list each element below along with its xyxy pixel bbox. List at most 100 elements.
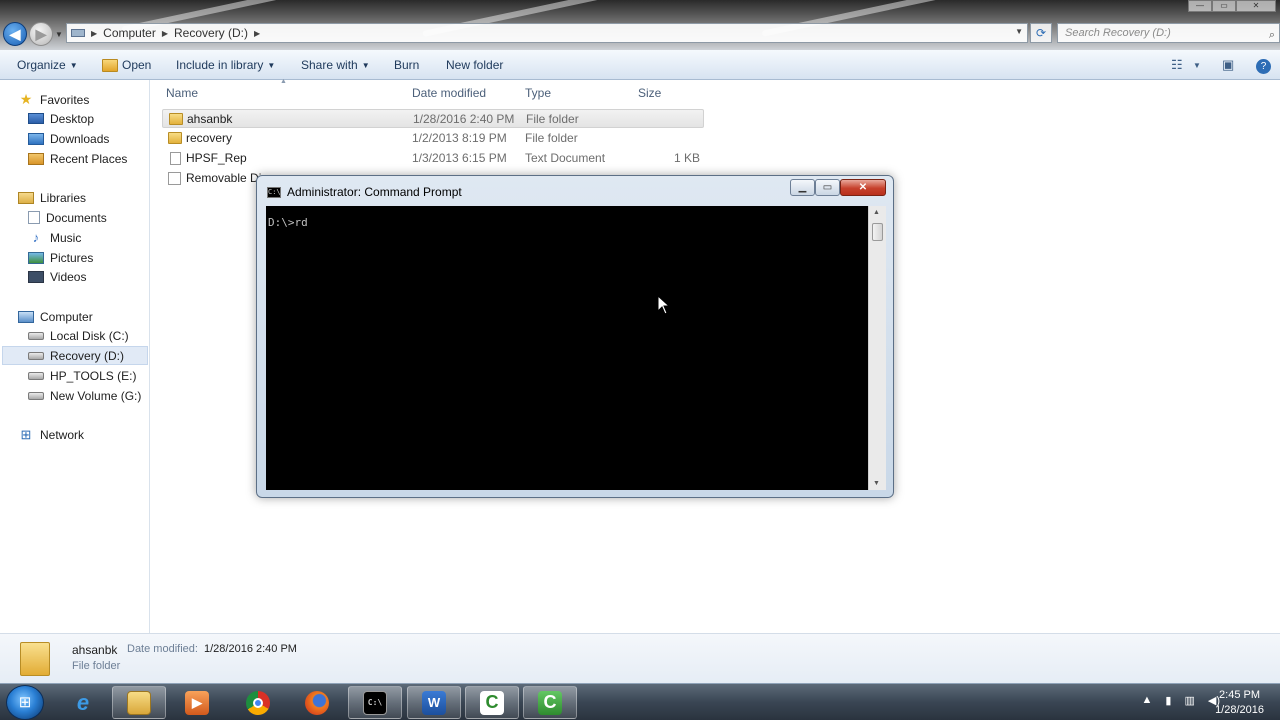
file-name: recovery <box>186 131 233 145</box>
include-in-library-label: Include in library <box>176 58 264 72</box>
nav-hp-tools[interactable]: HP_TOOLS (E:) <box>28 366 136 385</box>
folder-icon <box>168 132 182 144</box>
text-document-icon <box>170 152 181 165</box>
show-hidden-icons-icon[interactable]: ▲ <box>1142 694 1153 707</box>
desktop-icon <box>28 113 44 124</box>
cmd-minimize-button[interactable]: ▁ <box>790 179 815 196</box>
command-prompt-title: Administrator: Command Prompt <box>287 185 462 199</box>
nav-libraries-label: Libraries <box>40 190 87 205</box>
nav-pictures[interactable]: Pictures <box>28 248 93 267</box>
clock[interactable]: 2:45 PM 1/28/2016 <box>1215 688 1264 718</box>
burn-button[interactable]: Burn <box>394 58 419 72</box>
breadcrumb-separator[interactable]: ▶ <box>162 29 168 38</box>
nav-documents-label: Documents <box>46 210 107 225</box>
taskbar-command-prompt[interactable]: C:\ <box>348 686 402 719</box>
clock-time: 2:45 PM <box>1219 689 1261 701</box>
taskbar-firefox[interactable] <box>290 686 344 719</box>
breadcrumb-separator[interactable]: ▶ <box>254 29 260 38</box>
preview-pane-button[interactable]: ▣ <box>1222 57 1234 73</box>
details-type: File folder <box>72 660 121 672</box>
view-options-dropdown[interactable]: ▼ <box>1193 61 1201 70</box>
search-input[interactable]: Search Recovery (D:) ⌕ <box>1057 23 1280 43</box>
shortcut-icon <box>168 172 181 185</box>
recent-places-icon <box>28 152 44 165</box>
nav-hp-tools-label: HP_TOOLS (E:) <box>50 368 137 383</box>
taskbar-camtasia-studio[interactable]: C <box>523 686 577 719</box>
maximize-icon: ▭ <box>822 182 833 193</box>
taskbar-media-player[interactable]: ▶ <box>170 686 224 719</box>
cmd-maximize-button[interactable]: ▭ <box>815 179 840 196</box>
refresh-button[interactable]: ⟳ <box>1030 23 1052 43</box>
nav-favorites[interactable]: ★ Favorites <box>18 90 90 109</box>
nav-recent-places[interactable]: Recent Places <box>28 149 127 168</box>
file-date: 1/2/2013 8:19 PM <box>412 131 507 145</box>
search-placeholder: Search Recovery (D:) <box>1065 27 1171 39</box>
mouse-pointer-icon <box>657 295 671 315</box>
scroll-up-icon[interactable]: ▲ <box>873 209 880 216</box>
file-row-hpsf-rep[interactable]: HPSF_Rep 1/3/2013 6:15 PM Text Document … <box>162 149 704 168</box>
scrollbar-thumb[interactable] <box>872 223 883 241</box>
console-line: D:\>rd <box>268 216 308 229</box>
nav-downloads[interactable]: Downloads <box>28 129 109 148</box>
column-header-size[interactable]: Size <box>638 86 661 100</box>
nav-computer[interactable]: Computer <box>18 307 93 326</box>
start-button[interactable]: ⊞ <box>6 685 44 720</box>
nav-libraries[interactable]: Libraries <box>18 188 86 207</box>
nav-recent-places-label: Recent Places <box>50 151 128 166</box>
help-button[interactable]: ? <box>1256 57 1271 74</box>
computer-icon <box>18 310 34 323</box>
folder-icon <box>20 642 50 676</box>
console-output[interactable]: D:\>rd <box>266 206 868 490</box>
taskbar-camtasia-recorder[interactable]: C <box>465 686 519 719</box>
nav-recovery[interactable]: Recovery (D:) <box>2 346 148 365</box>
column-header-name[interactable]: Name <box>166 86 198 100</box>
column-header-date[interactable]: Date modified <box>412 86 486 100</box>
nav-videos[interactable]: Videos <box>28 267 86 286</box>
system-tray: ▲ ▮ ▥ ◀) <box>1142 694 1220 707</box>
network-status-icon[interactable]: ▥ <box>1184 694 1194 707</box>
nav-downloads-label: Downloads <box>50 131 110 146</box>
details-date-label: Date modified: <box>127 643 198 655</box>
organize-button[interactable]: Organize ▼ <box>17 58 78 72</box>
recent-pages-dropdown[interactable]: ▼ <box>55 30 63 39</box>
battery-icon[interactable]: ▮ <box>1165 694 1171 707</box>
taskbar: ⊞ e ▶ C:\ W C C ▲ ▮ ▥ ◀) 2:45 PM 1/28/20… <box>0 683 1280 720</box>
file-row-recovery[interactable]: recovery 1/2/2013 8:19 PM File folder <box>162 129 704 148</box>
minimize-button[interactable]: — <box>1188 0 1212 12</box>
taskbar-internet-explorer[interactable]: e <box>56 686 110 719</box>
close-button[interactable]: ✕ <box>1236 0 1276 12</box>
forward-button[interactable]: ▶ <box>29 22 53 46</box>
breadcrumb-computer[interactable]: Computer <box>103 26 156 40</box>
scroll-down-icon[interactable]: ▼ <box>873 480 880 487</box>
camtasia-icon: C <box>480 690 504 715</box>
column-header-type[interactable]: Type <box>525 86 551 100</box>
breadcrumb-recovery[interactable]: Recovery (D:) <box>174 26 248 40</box>
hard-drive-icon <box>28 371 44 380</box>
command-prompt-title-bar[interactable]: C:\ Administrator: Command Prompt <box>267 185 462 199</box>
open-button[interactable]: Open <box>102 58 151 72</box>
maximize-button[interactable]: ▭ <box>1212 0 1236 12</box>
share-with-button[interactable]: Share with ▼ <box>301 58 370 72</box>
taskbar-word[interactable]: W <box>407 686 461 719</box>
change-view-button[interactable]: ☷ <box>1171 57 1183 73</box>
address-box[interactable]: ▶ Computer ▶ Recovery (D:) ▶ ▼ <box>66 23 1028 43</box>
command-prompt-window[interactable]: C:\ Administrator: Command Prompt ▁ ▭ ✕ … <box>256 175 894 498</box>
taskbar-chrome[interactable] <box>231 686 285 719</box>
file-name: HPSF_Rep <box>186 151 247 165</box>
nav-documents[interactable]: Documents <box>28 208 107 227</box>
nav-network[interactable]: ⊞ Network <box>18 425 84 444</box>
console-scrollbar[interactable]: ▲ ▼ <box>868 206 886 490</box>
hard-drive-icon <box>28 331 44 340</box>
documents-icon <box>28 211 40 224</box>
nav-desktop[interactable]: Desktop <box>28 109 94 128</box>
taskbar-windows-explorer[interactable] <box>112 686 166 719</box>
nav-new-volume[interactable]: New Volume (G:) <box>28 386 141 405</box>
address-dropdown[interactable]: ▼ <box>1015 27 1023 36</box>
back-button[interactable]: ◀ <box>3 22 27 46</box>
cmd-close-button[interactable]: ✕ <box>840 179 886 196</box>
include-in-library-button[interactable]: Include in library ▼ <box>176 58 275 72</box>
nav-music[interactable]: ♪ Music <box>28 228 82 247</box>
file-row-ahsanbk[interactable]: ahsanbk 1/28/2016 2:40 PM File folder <box>162 109 704 128</box>
nav-local-disk[interactable]: Local Disk (C:) <box>28 326 129 345</box>
new-folder-button[interactable]: New folder <box>446 58 503 72</box>
